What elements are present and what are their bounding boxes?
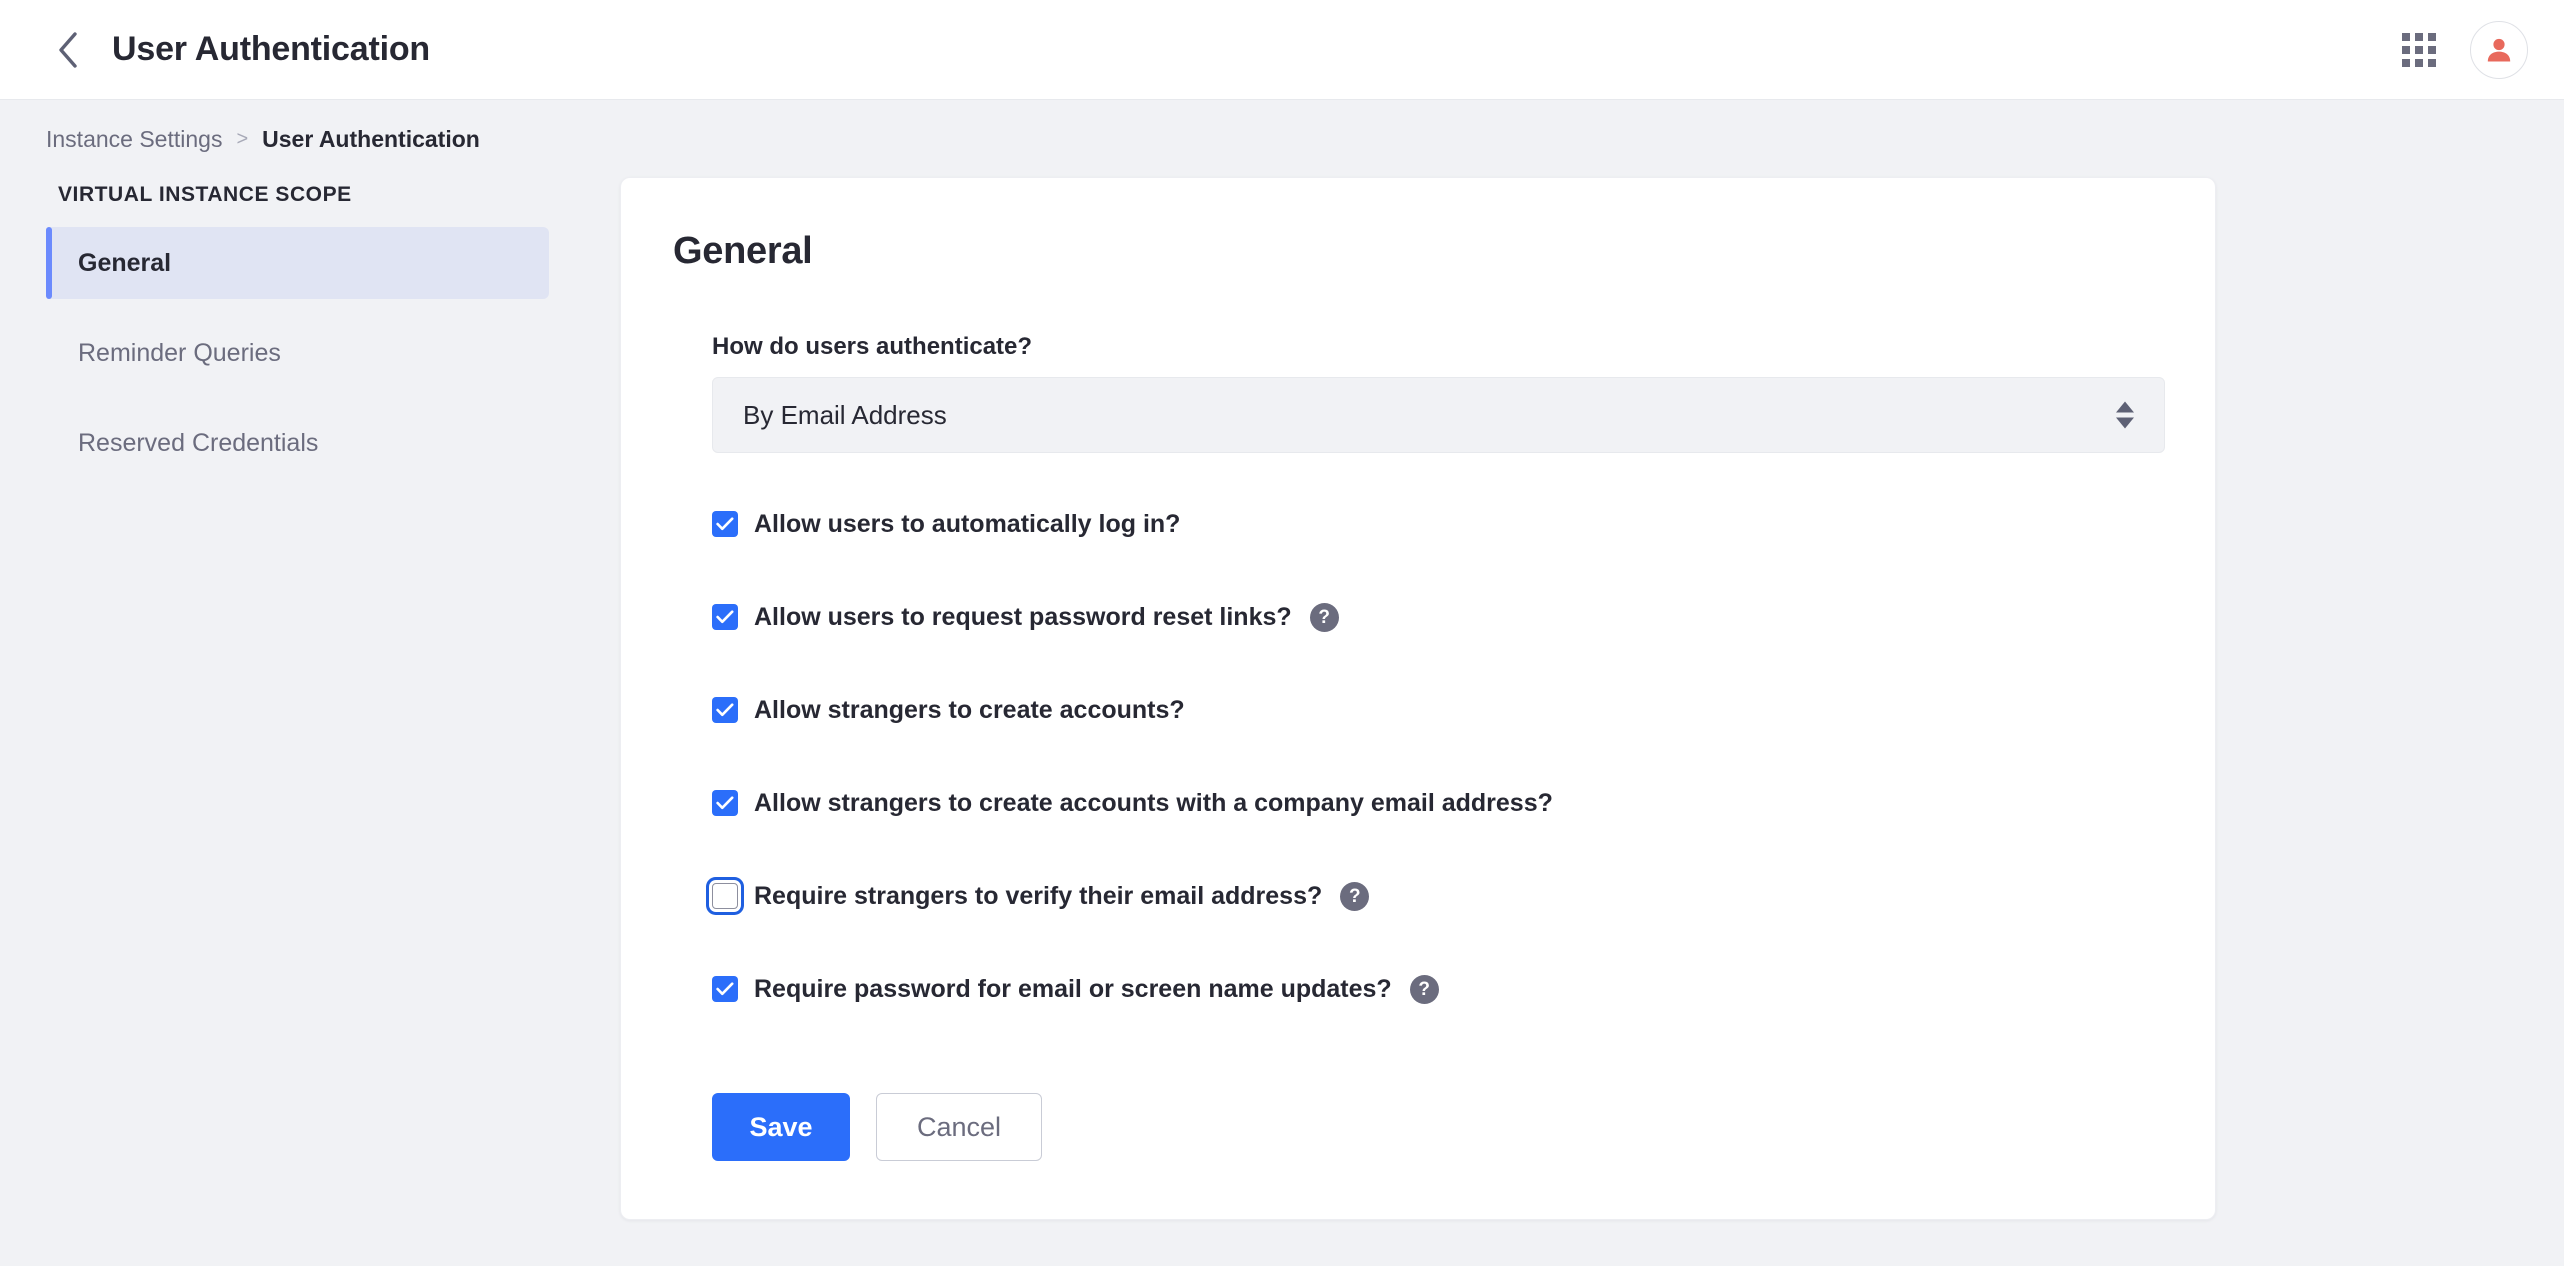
checkbox-row: Allow users to request password reset li…: [673, 595, 2163, 639]
breadcrumb-item-current: User Authentication: [262, 126, 480, 152]
breadcrumb-separator: >: [236, 128, 249, 150]
page-title: User Authentication: [112, 30, 430, 68]
grid-dot: [2402, 58, 2410, 67]
grid-dot: [2415, 58, 2423, 67]
checkbox-require-verify-email[interactable]: [712, 883, 738, 909]
checkbox-row: Allow users to automatically log in?: [673, 502, 2163, 546]
sidebar-item-label: General: [78, 248, 172, 277]
grid-dot: [2415, 45, 2423, 54]
sidebar-item-reserved-credentials[interactable]: Reserved Credentials: [46, 407, 549, 479]
grid-dot: [2402, 32, 2410, 41]
checkbox-label: Allow users to automatically log in?: [754, 509, 1181, 538]
back-button[interactable]: [46, 28, 90, 72]
checkbox-require-password-updates[interactable]: [712, 976, 738, 1002]
help-icon[interactable]: ?: [1409, 974, 1439, 1004]
grid-dot: [2428, 32, 2436, 41]
card-wrapper: General How do users authenticate? By Em…: [620, 177, 2564, 1220]
checkbox-allow-strangers-create-accounts[interactable]: [712, 697, 738, 723]
top-bar: User Authentication: [0, 0, 2564, 100]
breadcrumb: Instance Settings > User Authentication: [0, 100, 2564, 153]
triangle-down: [2116, 417, 2134, 429]
grid-dot: [2402, 45, 2410, 54]
form-actions: Save Cancel: [673, 1093, 2163, 1161]
general-settings-card: General How do users authenticate? By Em…: [620, 177, 2216, 1220]
checkbox-label: Require strangers to verify their email …: [754, 881, 1323, 910]
checkbox-label: Require password for email or screen nam…: [754, 974, 1392, 1003]
grid-dot: [2428, 45, 2436, 54]
topbar-actions: [2402, 20, 2528, 79]
sidebar-item-general[interactable]: General: [46, 227, 549, 299]
sidebar-heading: VIRTUAL INSTANCE SCOPE: [58, 183, 352, 206]
avatar[interactable]: [2470, 20, 2528, 79]
authenticate-select[interactable]: By Email Address: [712, 377, 2165, 453]
checkbox-allow-password-reset[interactable]: [712, 604, 738, 630]
sidebar-item-label: Reserved Credentials: [78, 428, 319, 457]
sidebar: VIRTUAL INSTANCE SCOPE General Reminder …: [0, 177, 620, 497]
save-button[interactable]: Save: [712, 1093, 850, 1161]
authenticate-select-value: By Email Address: [743, 399, 947, 430]
help-icon[interactable]: ?: [1340, 881, 1370, 911]
sidebar-item-label: Reminder Queries: [78, 338, 281, 367]
sidebar-item-reminder-queries[interactable]: Reminder Queries: [46, 317, 549, 389]
sort-arrows-icon: [2116, 401, 2134, 429]
user-avatar-icon: [2484, 35, 2514, 65]
apps-grid-icon[interactable]: [2402, 32, 2436, 67]
checkbox-label: Allow strangers to create accounts with …: [754, 788, 1553, 817]
authenticate-field: How do users authenticate? By Email Addr…: [673, 333, 2165, 453]
checkbox-row: Allow strangers to create accounts with …: [673, 781, 2163, 825]
triangle-up: [2116, 401, 2134, 413]
checkbox-label: Allow strangers to create accounts?: [754, 695, 1185, 724]
checkbox-row: Require password for email or screen nam…: [673, 967, 2163, 1011]
cancel-button[interactable]: Cancel: [876, 1093, 1042, 1161]
checkbox-allow-auto-login[interactable]: [712, 511, 738, 537]
page-body: VIRTUAL INSTANCE SCOPE General Reminder …: [0, 153, 2564, 1220]
help-icon[interactable]: ?: [1309, 602, 1339, 632]
checkbox-row: Require strangers to verify their email …: [673, 874, 2163, 918]
checkbox-label: Allow users to request password reset li…: [754, 602, 1292, 631]
breadcrumb-item-instance-settings[interactable]: Instance Settings: [46, 126, 222, 153]
card-title: General: [673, 230, 813, 272]
checkbox-allow-strangers-company-email[interactable]: [712, 790, 738, 816]
grid-dot: [2428, 58, 2436, 67]
authenticate-label: How do users authenticate?: [712, 333, 1033, 360]
checkbox-row: Allow strangers to create accounts?: [673, 688, 2163, 732]
chevron-left-icon: [55, 31, 81, 69]
grid-dot: [2415, 32, 2423, 41]
